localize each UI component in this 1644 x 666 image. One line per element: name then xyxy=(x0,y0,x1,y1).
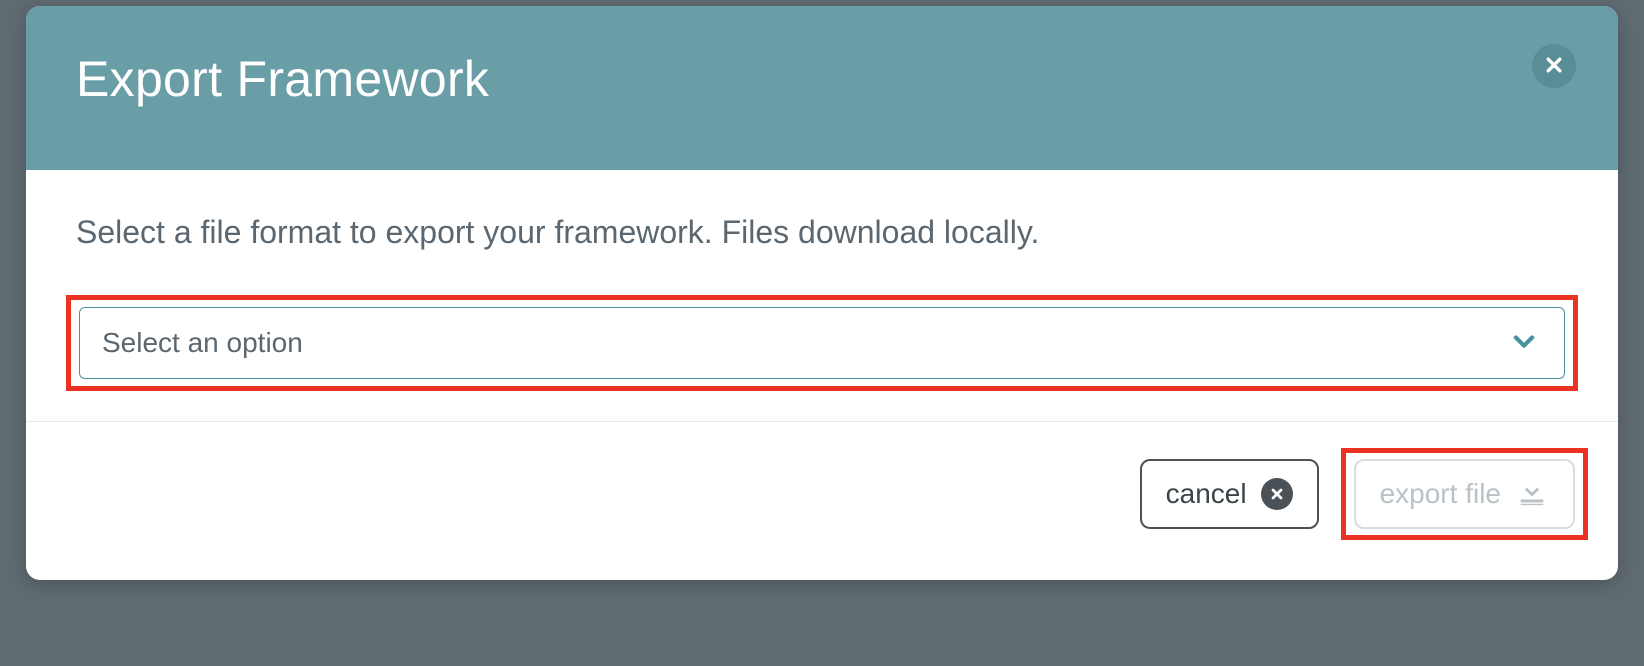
modal-title: Export Framework xyxy=(76,50,1568,108)
modal-footer: cancel export file xyxy=(26,421,1618,580)
chevron-down-icon xyxy=(1510,327,1538,360)
cancel-button[interactable]: cancel xyxy=(1140,459,1319,529)
close-button[interactable] xyxy=(1532,44,1576,88)
body-instructions: Select a file format to export your fram… xyxy=(76,214,1568,251)
modal-header: Export Framework xyxy=(26,6,1618,170)
download-icon xyxy=(1515,474,1549,515)
cancel-button-label: cancel xyxy=(1166,478,1247,510)
select-highlight-annotation: Select an option xyxy=(66,295,1578,391)
cancel-icon xyxy=(1261,478,1293,510)
export-file-button[interactable]: export file xyxy=(1354,459,1575,529)
modal-body: Select a file format to export your fram… xyxy=(26,170,1618,421)
export-framework-modal: Export Framework Select a file format to… xyxy=(26,6,1618,580)
export-button-label: export file xyxy=(1380,478,1501,510)
select-placeholder: Select an option xyxy=(102,327,303,359)
export-highlight-annotation: export file xyxy=(1341,448,1588,540)
file-format-select[interactable]: Select an option xyxy=(79,307,1565,379)
close-icon xyxy=(1544,55,1564,78)
